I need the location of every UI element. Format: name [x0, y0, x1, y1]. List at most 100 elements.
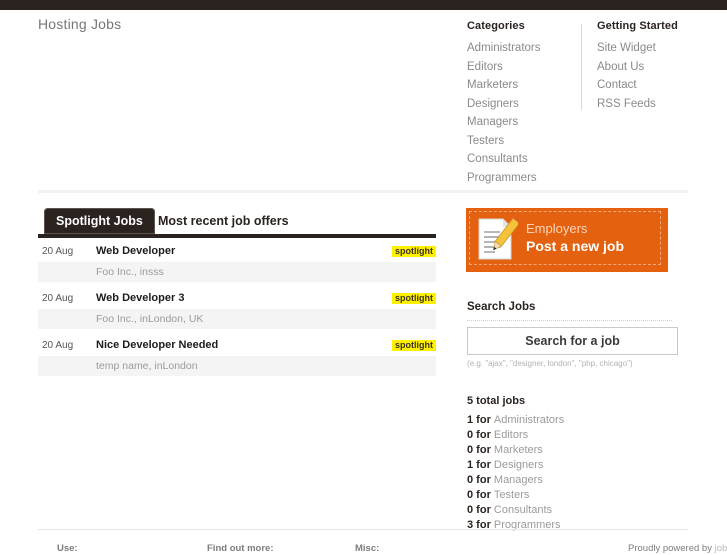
list-item[interactable]: 1 for Designers — [467, 458, 679, 473]
row-spacer — [38, 282, 436, 289]
banner-label: Employers — [526, 221, 588, 236]
stat-for: for — [473, 459, 494, 471]
stat-for: for — [473, 474, 494, 486]
nav-link-programmers[interactable]: Programmers — [467, 171, 579, 187]
nav-link-editors[interactable]: Editors — [467, 60, 579, 76]
job-title-link[interactable]: Web Developer — [96, 245, 175, 257]
job-title-link[interactable]: Nice Developer Needed — [96, 339, 218, 351]
stats-total: 5 total jobs — [467, 395, 526, 407]
stat-category-link[interactable]: Administrators — [494, 414, 564, 426]
list-item[interactable]: 0 for Consultants — [467, 503, 679, 518]
list-item[interactable]: 0 for Managers — [467, 473, 679, 488]
list-item[interactable]: RSS Feeds — [597, 97, 717, 113]
nav-list-categories: Administrators Editors Marketers Designe… — [467, 41, 579, 186]
stat-for: for — [473, 489, 494, 501]
document-pencil-icon — [478, 217, 518, 260]
nav-list-getting-started: Site Widget About Us Contact RSS Feeds — [597, 41, 717, 112]
nav-link-administrators[interactable]: Administrators — [467, 41, 579, 57]
list-item[interactable]: 3 for Programmers — [467, 518, 679, 533]
site-title: Hosting Jobs — [38, 16, 122, 32]
search-box[interactable] — [467, 327, 678, 355]
list-item[interactable]: Contact — [597, 78, 717, 94]
nav-link-about-us[interactable]: About Us — [597, 60, 717, 76]
nav-heading-categories: Categories — [467, 20, 525, 32]
list-item[interactable]: Administrators — [467, 41, 579, 57]
site-header: Hosting Jobs Categories Administrators E… — [0, 10, 727, 193]
banner-text: Employers Post a new job — [526, 220, 624, 256]
job-list: 20 Aug Web Developer spotlight Foo Inc.,… — [38, 242, 436, 376]
tab-most-recent-job-offers[interactable]: Most recent job offers — [148, 208, 299, 234]
list-item[interactable]: Consultants — [467, 152, 579, 168]
sidebar: Employers Post a new job Search Jobs (e.… — [466, 208, 680, 531]
nav-column-getting-started: Getting Started Site Widget About Us Con… — [597, 20, 717, 115]
nav-link-contact[interactable]: Contact — [597, 78, 717, 94]
list-item[interactable]: Site Widget — [597, 41, 717, 57]
nav-link-managers[interactable]: Managers — [467, 115, 579, 131]
table-row[interactable]: 20 Aug Web Developer 3 spotlight Foo Inc… — [38, 289, 436, 329]
nav-link-site-widget[interactable]: Site Widget — [597, 41, 717, 57]
tab-underline — [38, 234, 436, 238]
job-row-sub: Foo Inc., insss — [38, 262, 436, 282]
stat-category-link[interactable]: Managers — [494, 474, 543, 486]
stat-for: for — [473, 414, 494, 426]
site-footer: Use: Find out more: Misc: Proudly powere… — [0, 540, 727, 555]
job-row-sub: Foo Inc., inLondon, UK — [38, 309, 436, 329]
nav-link-marketers[interactable]: Marketers — [467, 78, 579, 94]
page-container: Hosting Jobs Categories Administrators E… — [0, 10, 727, 554]
list-item[interactable]: Designers — [467, 97, 579, 113]
job-row-main: 20 Aug Nice Developer Needed spotlight — [38, 336, 436, 356]
row-spacer — [38, 329, 436, 336]
list-item[interactable]: About Us — [597, 60, 717, 76]
search-heading-underline — [467, 320, 672, 322]
list-item[interactable]: Editors — [467, 60, 579, 76]
job-company: Foo Inc., insss — [96, 266, 164, 278]
job-row-sub: temp name, inLondon — [38, 356, 436, 376]
stat-for: for — [473, 504, 494, 516]
list-item[interactable]: Programmers — [467, 171, 579, 187]
status-badge: spotlight — [392, 340, 436, 351]
job-row-main: 20 Aug Web Developer 3 spotlight — [38, 289, 436, 309]
stat-category-link[interactable]: Editors — [494, 429, 528, 441]
job-row-main: 20 Aug Web Developer spotlight — [38, 242, 436, 262]
nav-heading-getting-started: Getting Started — [597, 20, 678, 32]
stat-category-link[interactable]: Consultants — [494, 504, 552, 516]
list-item[interactable]: 1 for Administrators — [467, 413, 679, 428]
status-badge: spotlight — [392, 246, 436, 257]
footer-divider — [38, 529, 688, 530]
nav-link-consultants[interactable]: Consultants — [467, 152, 579, 168]
status-badge: spotlight — [392, 293, 436, 304]
header-divider — [38, 190, 688, 193]
nav-column-divider — [581, 24, 582, 110]
list-item[interactable]: 0 for Editors — [467, 428, 679, 443]
job-company: temp name, inLondon — [96, 360, 198, 372]
job-company: Foo Inc., inLondon, UK — [96, 313, 204, 325]
table-row[interactable]: 20 Aug Web Developer spotlight Foo Inc.,… — [38, 242, 436, 282]
job-title-link[interactable]: Web Developer 3 — [96, 292, 184, 304]
stat-category-link[interactable]: Designers — [494, 459, 544, 471]
stat-for: for — [473, 429, 494, 441]
job-date: 20 Aug — [42, 340, 74, 351]
jobs-panel: Spotlight Jobs Most recent job offers 20… — [38, 208, 436, 376]
jobs-tab-bar: Spotlight Jobs Most recent job offers — [38, 208, 436, 238]
nav-link-designers[interactable]: Designers — [467, 97, 579, 113]
nav-link-testers[interactable]: Testers — [467, 134, 579, 150]
list-item[interactable]: 0 for Testers — [467, 488, 679, 503]
stat-category-link[interactable]: Marketers — [494, 444, 543, 456]
list-item[interactable]: 0 for Marketers — [467, 443, 679, 458]
table-row[interactable]: 20 Aug Nice Developer Needed spotlight t… — [38, 336, 436, 376]
search-input[interactable] — [468, 328, 677, 354]
stat-for: for — [473, 444, 494, 456]
stat-category-link[interactable]: Testers — [494, 489, 529, 501]
nav-link-rss-feeds[interactable]: RSS Feeds — [597, 97, 717, 113]
search-hint: (e.g. "ajax", "designer, london", "php, … — [467, 359, 633, 368]
list-item[interactable]: Testers — [467, 134, 579, 150]
search-jobs-heading: Search Jobs — [467, 301, 536, 313]
top-bar — [0, 0, 727, 10]
tab-spotlight-jobs[interactable]: Spotlight Jobs — [44, 208, 155, 234]
employers-post-job-banner[interactable]: Employers Post a new job — [466, 208, 668, 272]
nav-column-categories: Categories Administrators Editors Market… — [467, 20, 579, 189]
list-item[interactable]: Marketers — [467, 78, 579, 94]
list-item[interactable]: Managers — [467, 115, 579, 131]
job-date: 20 Aug — [42, 293, 74, 304]
job-date: 20 Aug — [42, 246, 74, 257]
